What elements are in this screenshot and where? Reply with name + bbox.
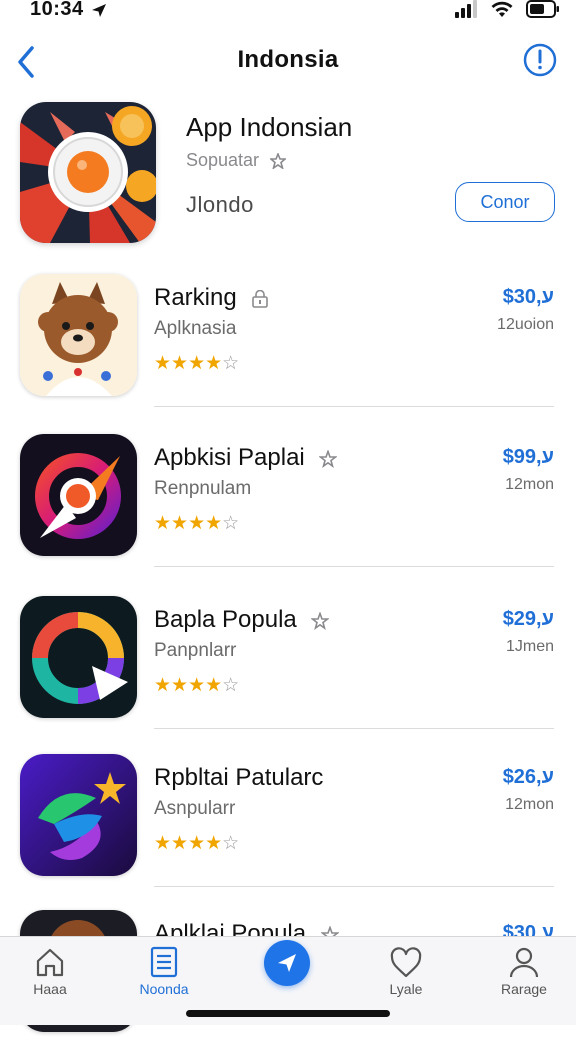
battery-icon: [526, 0, 559, 18]
tab-home[interactable]: Haaa: [0, 945, 100, 1015]
star-rating: ★★★★☆: [154, 512, 239, 535]
wifi-icon: [491, 1, 513, 17]
get-button[interactable]: Conor: [455, 182, 555, 222]
app-name: Rarking: [154, 284, 269, 312]
app-count: 1Jmen: [505, 638, 554, 655]
status-time: 10:34: [30, 0, 108, 21]
signal-icon: [455, 0, 478, 18]
app-price[interactable]: $26,ﬠ: [503, 766, 554, 789]
app-icon-bear: [20, 274, 137, 396]
star-outline-icon: ☆: [222, 675, 240, 696]
app-name: Apbkisi Paplai: [154, 444, 338, 472]
star-rating: ★★★★☆: [154, 674, 239, 697]
status-icons: [455, 0, 560, 20]
person-icon: [509, 947, 539, 978]
star-icon: ★★★★: [154, 833, 223, 854]
app-name: Rpbltai Patularc: [154, 764, 324, 791]
star-outline-icon: ☆: [222, 353, 240, 374]
divider: [154, 886, 554, 887]
app-price[interactable]: $99,ﬠ: [503, 446, 554, 469]
divider: [154, 728, 554, 729]
tab-lyale[interactable]: Lyale: [356, 945, 456, 1015]
app-subtitle: Aplknasia: [154, 318, 237, 339]
send-icon: [278, 954, 296, 972]
app-count: 12uoion: [497, 316, 554, 333]
lock-icon: [252, 289, 269, 308]
tab-label: Haaa: [33, 981, 67, 997]
app-icon-comet: [20, 434, 137, 556]
list-item[interactable]: Rpbltai Patularc Asnpularr ★★★★☆ $26,ﬠ 1…: [0, 754, 576, 894]
star-icon: ★★★★: [154, 675, 223, 696]
star-rating: ★★★★☆: [154, 352, 239, 375]
tab-label: Rarage: [501, 981, 547, 997]
tab-label: Noonda: [139, 981, 189, 997]
featured-app-count: Jlondo: [186, 192, 254, 217]
list-icon: [150, 946, 178, 978]
app-count: 12mon: [505, 796, 554, 813]
divider: [154, 566, 554, 567]
star-icon: ★★★★: [154, 513, 223, 534]
list-item[interactable]: Rarking Aplknasia ★★★★☆ $30,ﬠ 12uoion: [0, 274, 576, 414]
home-indicator[interactable]: [186, 1010, 390, 1017]
app-price[interactable]: $30,ﬠ: [503, 286, 554, 309]
tab-label: Lyale: [389, 981, 423, 997]
app-price[interactable]: $29,ﬠ: [503, 608, 554, 631]
app-icon-swirl: [20, 596, 137, 718]
app-icon-star-wave: [20, 754, 137, 876]
featured-app-subtitle: Sopuatar: [186, 150, 287, 171]
star-icon: ★★★★: [154, 353, 223, 374]
list-item[interactable]: Bapla Popula Panpnlarr ★★★★☆ $29,ﬠ 1Jmen: [0, 596, 576, 736]
send-button[interactable]: [264, 940, 310, 986]
list-item[interactable]: Apbkisi Paplai Renpnulam ★★★★☆ $99,ﬠ 12m…: [0, 434, 576, 574]
featured-app[interactable]: App Indonsian Sopuatar Jlondo Conor: [0, 102, 576, 247]
app-count: 12mon: [505, 476, 554, 493]
star-outline-icon: [311, 611, 330, 630]
tab-noonda[interactable]: Noonda: [114, 945, 214, 1015]
tab-rarage[interactable]: Rarage: [474, 945, 574, 1015]
info-button[interactable]: [522, 42, 558, 78]
heart-icon: [390, 947, 422, 978]
status-bar: 10:34: [0, 0, 576, 22]
app-name: Bapla Popula: [154, 606, 330, 634]
star-outline-icon: ☆: [222, 833, 240, 854]
app-subtitle: Renpnulam: [154, 478, 252, 499]
star-outline-icon: [319, 449, 338, 468]
home-icon: [36, 948, 64, 977]
star-rating: ★★★★☆: [154, 832, 239, 855]
featured-app-title: App Indonsian: [186, 112, 353, 142]
featured-app-icon: [20, 102, 156, 243]
badge-icon: [270, 153, 287, 170]
nav-bar: Indonsia: [0, 36, 576, 86]
info-icon: [523, 43, 557, 77]
app-subtitle: Asnpularr: [154, 798, 236, 819]
app-subtitle: Panpnlarr: [154, 640, 237, 661]
location-arrow-icon: [91, 3, 106, 17]
page-title: Indonsia: [237, 46, 339, 73]
star-outline-icon: ☆: [222, 513, 240, 534]
divider: [154, 406, 554, 407]
